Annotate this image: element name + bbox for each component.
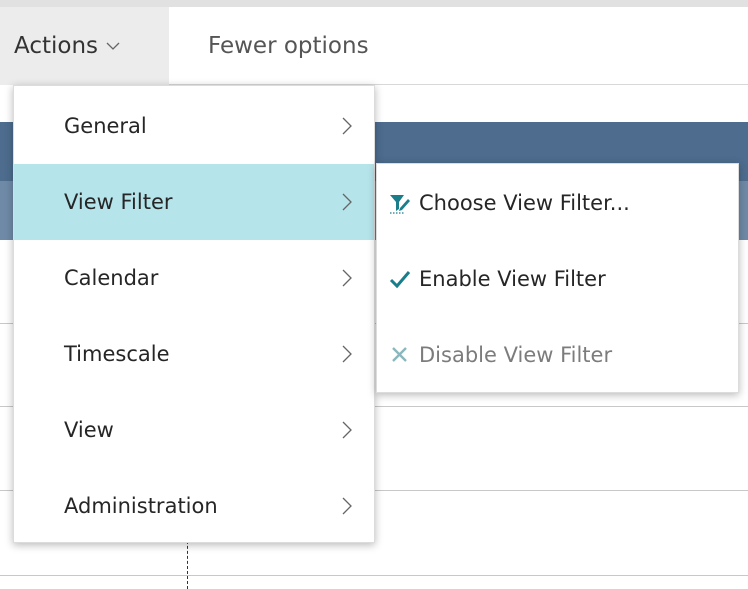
menu-item-label: Administration <box>64 494 218 518</box>
actions-label: Actions <box>14 33 99 59</box>
chevron-right-icon <box>342 497 352 515</box>
menu-item-label: Timescale <box>64 342 170 366</box>
chevron-right-icon <box>342 345 352 363</box>
menu-item-view-filter[interactable]: View Filter <box>14 164 374 240</box>
chevron-down-icon <box>106 42 120 50</box>
actions-dropdown: General View Filter Calendar Timescale V… <box>13 85 375 543</box>
enable-view-filter-item[interactable]: Enable View Filter <box>377 241 738 317</box>
menu-item-calendar[interactable]: Calendar <box>14 240 374 316</box>
menu-item-label: View Filter <box>64 190 173 214</box>
fewer-options-button[interactable]: Fewer options <box>208 7 369 85</box>
menu-item-label: General <box>64 114 147 138</box>
chevron-right-icon <box>342 421 352 439</box>
submenu-item-label: Choose View Filter... <box>419 191 630 215</box>
row-divider <box>0 575 748 576</box>
submenu-item-label: Disable View Filter <box>419 343 613 367</box>
view-filter-submenu: Choose View Filter... Enable View Filter… <box>376 163 739 393</box>
top-border <box>0 0 748 7</box>
filter-edit-icon <box>390 195 410 214</box>
submenu-item-label: Enable View Filter <box>419 267 606 291</box>
chevron-right-icon <box>342 193 352 211</box>
close-icon <box>392 347 407 362</box>
menu-item-timescale[interactable]: Timescale <box>14 316 374 392</box>
menu-item-administration[interactable]: Administration <box>14 468 374 544</box>
screen: Actions Fewer options General View Filte… <box>0 0 748 589</box>
action-bar: Actions Fewer options <box>0 7 748 85</box>
chevron-right-icon <box>342 269 352 287</box>
disable-view-filter-item[interactable]: Disable View Filter <box>377 317 738 393</box>
menu-item-general[interactable]: General <box>14 88 374 164</box>
checkmark-icon <box>389 271 411 289</box>
menu-item-view[interactable]: View <box>14 392 374 468</box>
menu-item-label: View <box>64 418 114 442</box>
choose-view-filter-item[interactable]: Choose View Filter... <box>377 165 738 241</box>
chevron-right-icon <box>342 117 352 135</box>
actions-menu-button[interactable]: Actions <box>0 7 169 85</box>
menu-item-label: Calendar <box>64 266 159 290</box>
